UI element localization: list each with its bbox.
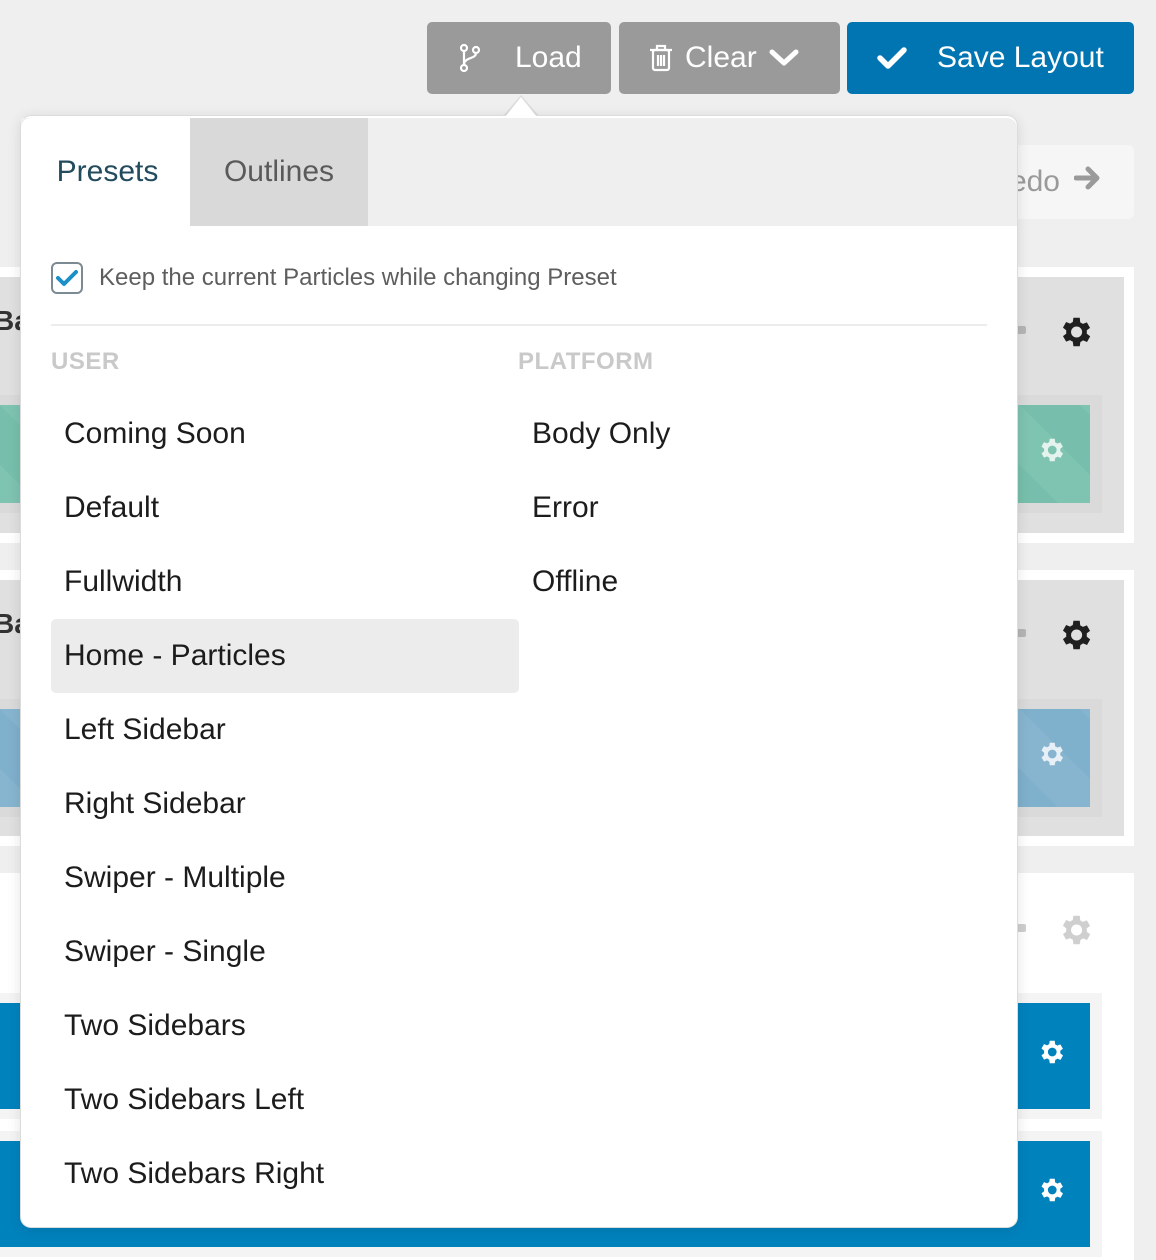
user-presets-heading: USER [51, 348, 120, 375]
popover-tabs: Presets Outlines [21, 118, 1017, 226]
clear-label: Clear [685, 41, 757, 74]
preset-item[interactable]: Two Sidebars Left [51, 1063, 519, 1137]
save-layout-label: Save Layout [937, 41, 1104, 74]
clear-button[interactable]: Clear [619, 22, 840, 94]
preset-item[interactable]: Error [519, 471, 987, 545]
gear-icon[interactable] [1056, 313, 1094, 356]
load-preset-popover: Presets Outlines Keep the current Partic… [21, 116, 1017, 1227]
divider [51, 324, 987, 326]
user-preset-list: Coming Soon Default Fullwidth Home - Par… [51, 397, 519, 1211]
preset-item[interactable]: Two Sidebars [51, 989, 519, 1063]
block-gear-icon[interactable] [1036, 1175, 1066, 1213]
checkmark-icon [56, 270, 78, 286]
tab-presets[interactable]: Presets [21, 118, 190, 226]
save-layout-button[interactable]: Save Layout [847, 22, 1134, 94]
preset-item[interactable]: Body Only [519, 397, 987, 471]
preset-item[interactable]: Offline [519, 545, 987, 619]
preset-item-hovered[interactable]: Home - Particles [51, 619, 519, 693]
preset-item[interactable]: Right Sidebar [51, 767, 519, 841]
preset-item[interactable]: Default [51, 471, 519, 545]
branch-icon [459, 43, 481, 73]
gear-icon[interactable] [1056, 616, 1094, 659]
check-icon [877, 46, 907, 70]
block-gear-icon[interactable] [1036, 739, 1066, 777]
tab-outlines[interactable]: Outlines [190, 118, 368, 226]
platform-preset-list: Body Only Error Offline [519, 397, 987, 619]
popover-arrow-fill [505, 97, 537, 117]
trash-icon [649, 44, 673, 72]
block-gear-icon[interactable] [1036, 435, 1066, 473]
arrow-right-icon [1073, 165, 1102, 199]
preset-item[interactable]: Two Sidebars Right [51, 1137, 519, 1211]
gear-icon[interactable] [1056, 911, 1094, 954]
load-button[interactable]: Load [427, 22, 611, 94]
redo-label: edo [1009, 165, 1060, 198]
chevron-down-icon[interactable] [769, 48, 799, 68]
block-gear-icon[interactable] [1036, 1037, 1066, 1075]
preset-item[interactable]: Coming Soon [51, 397, 519, 471]
keep-particles-label: Keep the current Particles while changin… [99, 264, 617, 291]
preset-item[interactable]: Swiper - Multiple [51, 841, 519, 915]
load-label: Load [515, 41, 582, 74]
keep-particles-option[interactable]: Keep the current Particles while changin… [51, 262, 617, 294]
keep-particles-checkbox[interactable] [51, 262, 83, 294]
preset-item[interactable]: Fullwidth [51, 545, 519, 619]
platform-presets-heading: PLATFORM [518, 348, 654, 375]
preset-item[interactable]: Left Sidebar [51, 693, 519, 767]
preset-item[interactable]: Swiper - Single [51, 915, 519, 989]
